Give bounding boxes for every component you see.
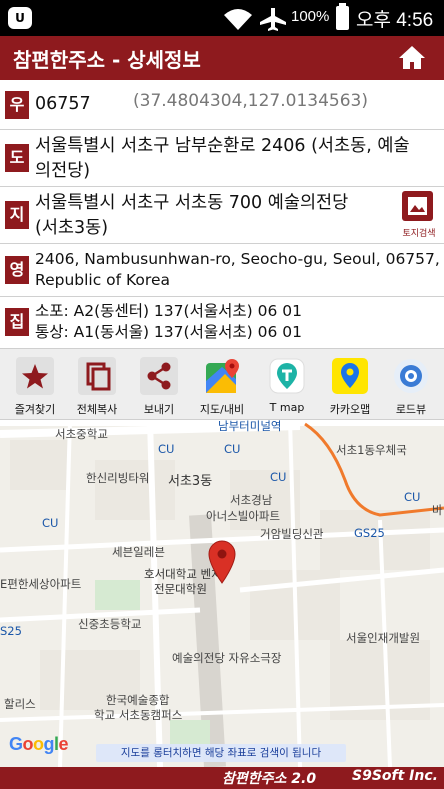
roadview-button[interactable]: 로드뷰 xyxy=(382,357,440,419)
kakaomap-label: 카카오맵 xyxy=(329,403,371,416)
google-logo: Google xyxy=(9,734,69,754)
favorite-label: 즐겨찾기 xyxy=(14,403,56,416)
postal-code-row[interactable]: 우 06757 (37.4804304,127.0134563) xyxy=(0,80,444,130)
english-address-line1: 2406, Nambusunhwan-ro, Seocho-gu, Seoul,… xyxy=(35,250,440,268)
page-title: 참편한주소 - 상세정보 xyxy=(13,48,201,72)
map-base xyxy=(0,420,444,767)
english-address-row[interactable]: 영 2406, Nambusunhwan-ro, Seocho-gu, Seou… xyxy=(0,244,444,297)
tmap-label: T map xyxy=(269,401,305,414)
jibun-address-row[interactable]: 지 서울특별시 서초구 서초동 700 예술의전당 (서초3동) 토지검색 xyxy=(0,187,444,244)
kakaomap-button[interactable]: 카카오맵 xyxy=(321,357,379,419)
tmap-button[interactable]: T map xyxy=(258,357,316,419)
regular-mail-code: 통상: A1(동서울) 137(서울서초) 06 01 xyxy=(35,323,302,341)
map-label: 전문대학원 xyxy=(154,582,207,596)
land-search-button[interactable]: 토지검색 xyxy=(394,191,444,239)
map-label: 서초3동 xyxy=(168,474,213,489)
copy-all-button[interactable]: 전체복사 xyxy=(68,357,126,419)
road-address-line1: 서울특별시 서초구 남부순환로 2406 (서초동, 예술 xyxy=(35,136,410,156)
jibun-address-line1: 서울특별시 서초구 서초동 700 예술의전당 xyxy=(35,193,349,213)
footer-company: S9Soft Inc. xyxy=(352,768,438,784)
roadview-label: 로드뷰 xyxy=(395,403,427,416)
location-pin-icon xyxy=(208,540,236,584)
postal-badge: 우 xyxy=(5,91,29,119)
map-label: CU xyxy=(42,516,59,530)
roadview-icon xyxy=(392,357,430,395)
jibun-address-line2: (서초3동) xyxy=(35,218,109,238)
map-label: GS25 xyxy=(354,526,385,540)
footer-app-name: 참편한주소 2.0 xyxy=(222,771,317,787)
english-address-line2: Republic of Korea xyxy=(35,271,170,289)
map-label: 서초경남 xyxy=(230,493,273,507)
footer: 참편한주소 2.0 S9Soft Inc. xyxy=(0,767,444,789)
battery-percent: 100% xyxy=(291,8,330,25)
map-label: 서초중학교 xyxy=(55,427,108,441)
map-label: 세븐일레븐 xyxy=(112,545,165,559)
jibun-address-badge: 지 xyxy=(5,201,29,229)
parcel-code: 소포: A2(동센터) 137(서울서초) 06 01 xyxy=(35,302,302,320)
map-label: CU xyxy=(224,442,241,456)
map-label: 거암빌딩신관 xyxy=(260,527,324,541)
map-label: 서울인재개발원 xyxy=(346,631,421,645)
wifi-icon xyxy=(224,9,252,30)
road-address: 서울특별시 서초구 남부순환로 2406 (서초동, 예술 의전당) xyxy=(35,134,410,184)
postal-code: 06757 xyxy=(35,94,91,114)
send-button[interactable]: 보내기 xyxy=(130,357,188,419)
favorite-button[interactable]: 즐겨찾기 xyxy=(6,357,64,419)
share-icon xyxy=(140,357,178,395)
map-label: 남부터미널역 xyxy=(218,420,282,433)
tmap-icon xyxy=(268,357,306,395)
map-label: CU xyxy=(270,470,287,484)
map-label: E편한세상아파트 xyxy=(0,577,82,591)
action-toolbar: 즐겨찾기 전체복사 보내기 지도/내비 T map 카카오맵 로드뷰 xyxy=(0,348,444,420)
kakaomap-icon xyxy=(331,357,369,395)
road-address-line2: 의전당) xyxy=(35,161,91,181)
map-label: 할리스 xyxy=(4,697,36,711)
airplane-mode-icon xyxy=(260,8,286,31)
map-label: CU xyxy=(404,490,421,504)
jibun-address: 서울특별시 서초구 서초동 700 예술의전당 (서초3동) xyxy=(35,191,348,241)
map-label: CU xyxy=(158,442,175,456)
delivery-codes: 소포: A2(동센터) 137(서울서초) 06 01 통상: A1(동서울) … xyxy=(35,301,302,343)
map-navi-button[interactable]: 지도/내비 xyxy=(193,357,251,419)
map-label: 신중초등학교 xyxy=(78,617,142,631)
map-navi-label: 지도/내비 xyxy=(199,403,245,416)
battery-icon xyxy=(336,3,349,30)
map-label: 한신리빙타워 xyxy=(86,471,150,485)
star-icon xyxy=(16,357,54,395)
english-address: 2406, Nambusunhwan-ro, Seocho-gu, Seoul,… xyxy=(35,249,440,291)
clock: 오후 4:56 xyxy=(356,10,434,31)
map-label: 예술의전당 자유소극장 xyxy=(172,651,282,665)
english-address-badge: 영 xyxy=(5,256,29,284)
delivery-badge: 집 xyxy=(5,308,29,336)
copy-all-label: 전체복사 xyxy=(76,403,118,416)
map-label: S25 xyxy=(0,624,22,638)
road-address-row[interactable]: 도 서울특별시 서초구 남부순환로 2406 (서초동, 예술 의전당) xyxy=(0,130,444,187)
image-icon xyxy=(402,191,433,221)
map-notice: 지도를 롱터치하면 해당 좌표로 검색이 됩니다 xyxy=(96,744,346,762)
app-bar: 참편한주소 - 상세정보 xyxy=(0,36,444,80)
map-label: 아너스빌아파트 xyxy=(206,509,281,523)
send-label: 보내기 xyxy=(143,403,175,416)
land-search-label: 토지검색 xyxy=(402,229,436,239)
app-notification-icon: U xyxy=(8,7,32,29)
map-view[interactable]: 서초중학교 남부터미널역 CU CU 한신리빙타워 서초3동 서초1동우체국 C… xyxy=(0,420,444,767)
map-label: 한국예술종합 xyxy=(106,693,170,707)
road-address-badge: 도 xyxy=(5,144,29,172)
coordinates: (37.4804304,127.0134563) xyxy=(133,91,368,111)
google-maps-icon xyxy=(203,357,241,395)
delivery-code-row[interactable]: 집 소포: A2(동센터) 137(서울서초) 06 01 통상: A1(동서울… xyxy=(0,297,444,348)
map-label: 바 xyxy=(432,503,443,517)
map-label: 서초1동우체국 xyxy=(336,443,407,457)
home-icon[interactable] xyxy=(398,44,426,70)
status-bar: U 100% 오후 4:56 xyxy=(0,0,444,36)
map-label: 학교 서초동캠퍼스 xyxy=(94,708,183,722)
copy-icon xyxy=(78,357,116,395)
